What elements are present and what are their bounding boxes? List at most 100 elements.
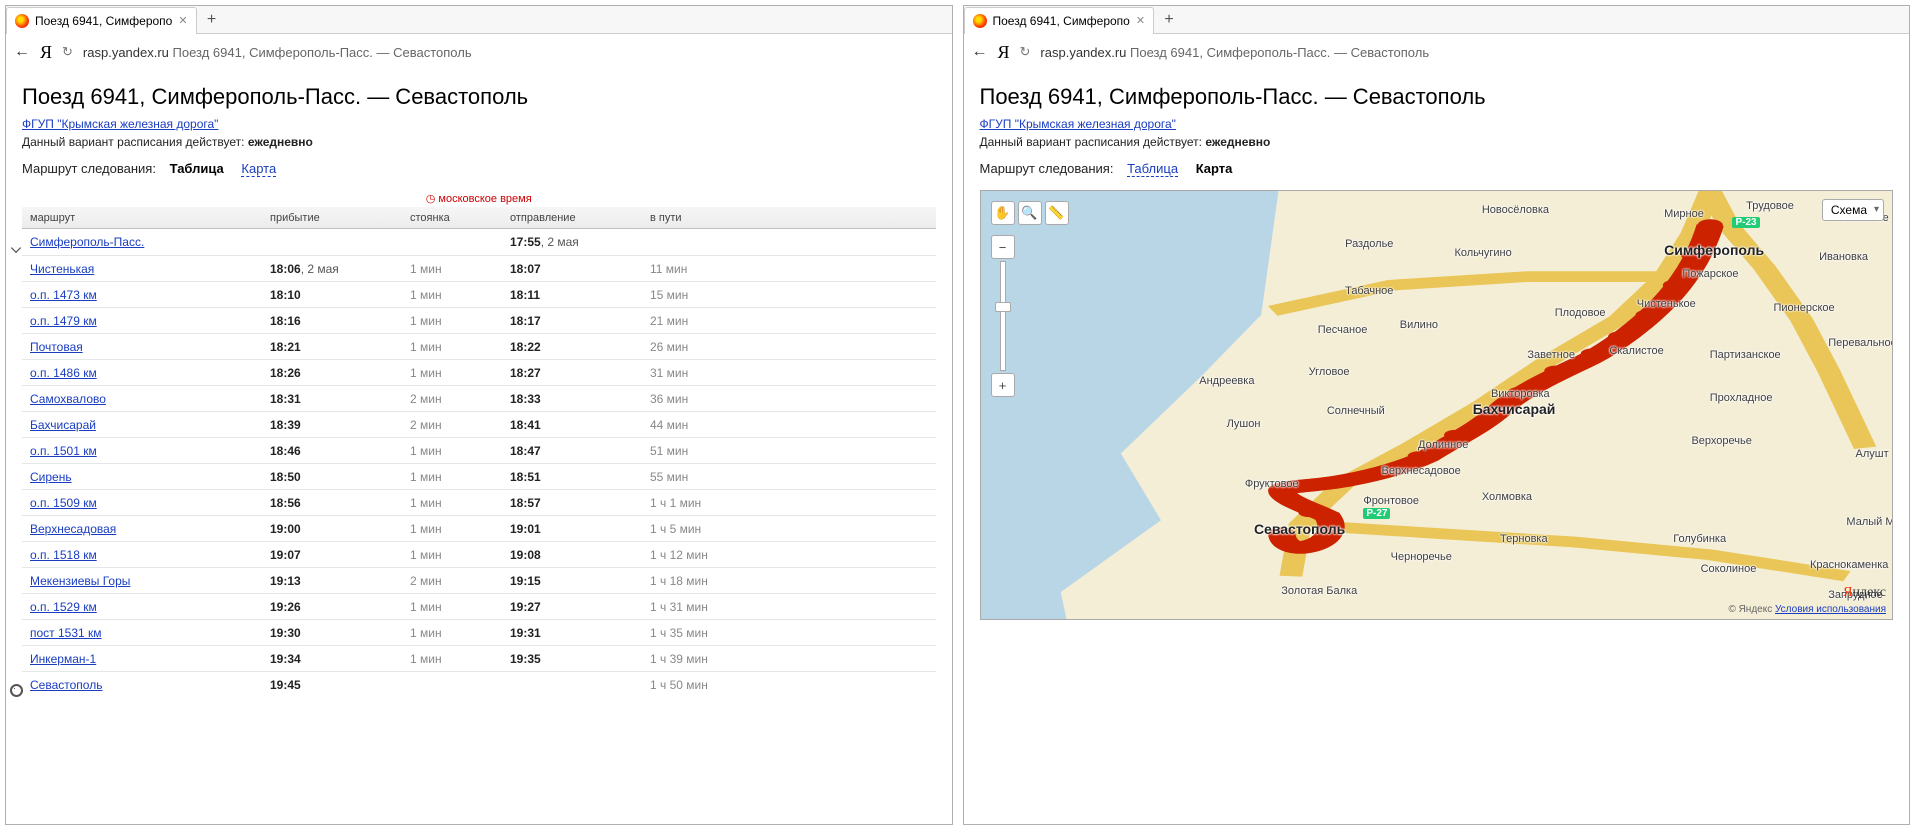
station-link[interactable]: Верхнесадовая [30,522,116,536]
nav-bar: ← Я ↻ rasp.yandex.ru Поезд 6941, Симферо… [964,34,1910,70]
map-type-dropdown[interactable]: Схема [1822,199,1884,221]
departure-cell: 18:27 [504,366,644,380]
station-cell: пост 1531 км [24,626,264,640]
table-row: Инкерман-119:341 мин19:351 ч 39 мин [22,645,936,671]
arrival-cell: 18:56 [264,496,404,510]
arrival-cell: 18:21 [264,340,404,354]
table-row: Бахчисарай18:392 мин18:4144 мин [22,411,936,437]
station-link[interactable]: о.п. 1479 км [30,314,97,328]
arrival-cell: 18:50 [264,470,404,484]
table-row: Сирень18:501 мин18:5155 мин [22,463,936,489]
col-route: маршрут [24,212,264,224]
back-button[interactable]: ← [14,43,30,61]
mode-table[interactable]: Таблица [1127,161,1178,176]
station-link[interactable]: о.п. 1509 км [30,496,97,510]
arrival-cell: 18:31 [264,392,404,406]
station-cell: Бахчисарай [24,418,264,432]
station-cell: Севастополь [24,678,264,692]
station-link[interactable]: Мекензиевы Горы [30,574,130,588]
station-link[interactable]: о.п. 1501 км [30,444,97,458]
yandex-logo-icon[interactable]: Я [998,42,1010,63]
route-map[interactable]: СимферопольБахчисарайСевастопольНовосёло… [980,190,1894,620]
station-link[interactable]: Сирень [30,470,72,484]
travel-cell: 51 мин [644,444,764,458]
table-row: Мекензиевы Горы19:132 мин19:151 ч 18 мин [22,567,936,593]
station-link[interactable]: пост 1531 км [30,626,102,640]
arrival-cell: 18:16 [264,314,404,328]
arrival-cell: 18:10 [264,288,404,302]
departure-cell: 18:47 [504,444,644,458]
reload-icon[interactable]: ↻ [62,44,73,60]
station-link[interactable]: Чистенькая [30,262,94,276]
table-row: о.п. 1509 км18:561 мин18:571 ч 1 мин [22,489,936,515]
reload-icon[interactable]: ↻ [1020,44,1031,60]
arrival-cell: 18:39 [264,418,404,432]
arrival-cell: 18:26 [264,366,404,380]
travel-cell: 55 мин [644,470,764,484]
station-link[interactable]: Почтовая [30,340,83,354]
arrival-cell: 19:26 [264,600,404,614]
ruler-tool-icon[interactable]: 📏 [1045,201,1069,225]
favicon-icon [15,14,29,28]
station-link[interactable]: Самохвалово [30,392,106,406]
carrier-link[interactable]: ФГУП "Крымская железная дорога" [22,117,218,131]
table-row: Верхнесадовая19:001 мин19:011 ч 5 мин [22,515,936,541]
stop-cell: 1 мин [404,262,504,276]
new-tab-button[interactable]: + [201,11,223,29]
back-button[interactable]: ← [972,43,988,61]
schedule-note: Данный вариант расписания действует: еже… [980,135,1894,149]
zoom-slider[interactable] [995,302,1011,312]
browser-tab[interactable]: Поезд 6941, Симферопо ✕ [6,7,197,34]
zoom-track[interactable] [1000,261,1006,371]
close-icon[interactable]: ✕ [1136,14,1145,27]
stop-cell: 1 мин [404,496,504,510]
browser-window-right: Поезд 6941, Симферопо ✕ + ← Я ↻ rasp.yan… [963,5,1911,825]
travel-cell: 44 мин [644,418,764,432]
table-row: о.п. 1501 км18:461 мин18:4751 мин [22,437,936,463]
station-link[interactable]: Севастополь [30,678,102,692]
mode-map[interactable]: Карта [241,161,276,176]
table-row: Почтовая18:211 мин18:2226 мин [22,333,936,359]
arrival-cell: 19:07 [264,548,404,562]
browser-tab[interactable]: Поезд 6941, Симферопо ✕ [964,7,1155,34]
mode-table: Таблица [170,161,224,176]
station-link[interactable]: о.п. 1473 км [30,288,97,302]
arrival-cell: 19:45 [264,678,404,692]
station-cell: Мекензиевы Горы [24,574,264,588]
stop-cell: 1 мин [404,340,504,354]
yandex-maps-logo: Яндекс [1843,585,1886,601]
station-cell: о.п. 1486 км [24,366,264,380]
zoom-control: − + [991,235,1015,397]
new-tab-button[interactable]: + [1158,11,1180,29]
address-bar[interactable]: rasp.yandex.ru Поезд 6941, Симферополь-П… [83,45,472,60]
col-arrival: прибытие [264,212,404,224]
terms-link[interactable]: Условия использования [1775,604,1886,615]
station-cell: Сирень [24,470,264,484]
station-cell: Верхнесадовая [24,522,264,536]
close-icon[interactable]: ✕ [178,14,187,27]
rail-route [981,191,1893,619]
mode-map: Карта [1196,161,1233,176]
table-row: о.п. 1529 км19:261 мин19:271 ч 31 мин [22,593,936,619]
col-stop: стоянка [404,212,504,224]
table-row: Чистенькая18:06, 2 мая1 мин18:0711 мин [22,255,936,281]
station-link[interactable]: о.п. 1518 км [30,548,97,562]
station-link[interactable]: о.п. 1529 км [30,600,97,614]
zoom-out-button[interactable]: − [991,235,1015,259]
address-bar[interactable]: rasp.yandex.ru Поезд 6941, Симферополь-П… [1040,45,1429,60]
carrier-link[interactable]: ФГУП "Крымская железная дорога" [980,117,1176,131]
departure-cell: 19:01 [504,522,644,536]
station-link[interactable]: Инкерман-1 [30,652,96,666]
table-header: маршрут прибытие стоянка отправление в п… [22,207,936,229]
station-link[interactable]: Бахчисарай [30,418,96,432]
pan-tool-icon[interactable]: ✋ [991,201,1015,225]
road-badge: Р-23 [1732,217,1759,228]
zoom-in-button[interactable]: + [991,373,1015,397]
search-tool-icon[interactable]: 🔍 [1018,201,1042,225]
station-link[interactable]: Симферополь-Пасс. [30,235,144,249]
view-mode-switch: Маршрут следования: Таблица Карта [980,161,1894,176]
schedule-note: Данный вариант расписания действует: еже… [22,135,936,149]
yandex-logo-icon[interactable]: Я [40,42,52,63]
station-link[interactable]: о.п. 1486 км [30,366,97,380]
departure-cell: 18:41 [504,418,644,432]
